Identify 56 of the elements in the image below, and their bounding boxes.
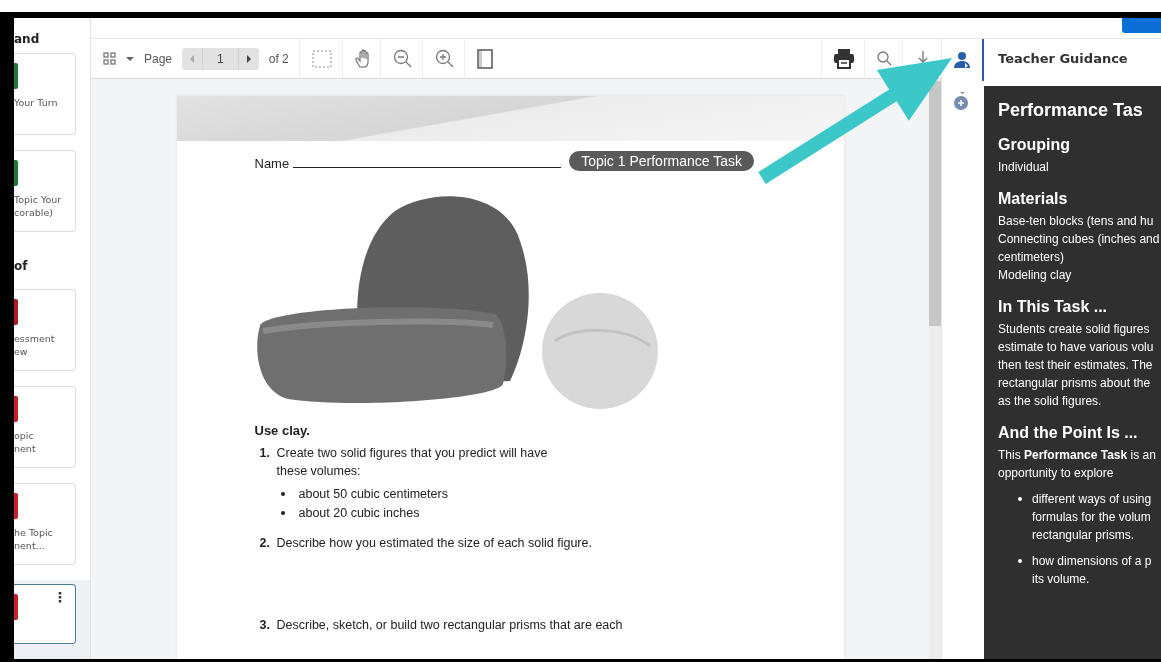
lesson-card[interactable]: he Topic nent... [14,483,76,565]
card-title: Your Turn [14,95,59,110]
caret-icon[interactable] [126,56,134,61]
bullet-text: about 20 cubic inches [298,505,420,522]
step-text: Describe how you estimated the size of each solid figure. [276,535,592,552]
page-label: Page [144,51,173,66]
guidance-text: how dimensions of a p its volume. [1032,553,1152,588]
name-label: Name [254,156,290,171]
apple-icon [953,92,971,110]
guidance-text: Students create solid figures estimate to have various volu then test their estimates. The rectangular prisms about the as the solid figures. [998,321,1155,410]
step-text: Create two solid figures that you predict will have these volumes: [276,445,548,480]
guidance-title: Performance Tas [998,99,1144,122]
bullet-icon [280,511,285,515]
bullet-icon [1018,497,1022,501]
card-title: he Topic nent... [14,526,54,552]
section-heading: Materials [998,189,1069,209]
card-title: opic nent [14,429,37,455]
hand-icon[interactable] [354,49,370,68]
panel-title: Teacher Guidance [997,50,1129,68]
lesson-card[interactable]: essment ew [14,289,76,371]
scrollbar-thumb[interactable] [929,81,941,326]
section-heading: And the Point Is ... [998,423,1139,443]
guidance-text: This Performance Task is an opportunity to explore [998,447,1157,482]
instruction-heading: Use clay. [253,422,311,438]
card-title: Topic Your corable) [14,192,63,219]
next-page-icon[interactable] [245,54,252,63]
bullet-text: about 50 cubic centimeters [298,486,448,503]
page-total: of 2 [268,51,289,66]
lesson-card[interactable]: Your Turn [14,52,76,135]
bullet-icon [280,492,285,496]
guidance-text: Individual [998,159,1050,176]
fill-in-line[interactable] [293,166,562,168]
lesson-card[interactable]: Topic Your corable) [14,149,76,232]
zoom-out-icon[interactable] [392,49,412,68]
guidance-text: different ways of using formulas for the volum rectangular prisms. [1032,491,1152,544]
step-number: 3. [259,617,271,634]
step-number: 2. [259,535,271,552]
section-heading: Grouping [998,135,1071,155]
search-icon[interactable] [877,51,892,66]
more-menu[interactable]: ⋮ [53,589,67,605]
bullet-icon [1018,559,1022,563]
zoom-in-icon[interactable] [434,49,454,68]
person-icon [953,51,971,69]
lesson-card[interactable]: opic nent [14,386,76,468]
page-icon[interactable] [476,48,493,69]
printer-icon[interactable] [834,48,854,69]
card-title: essment ew [14,332,56,358]
guidance-text: Base-ten blocks (tens and hu Connecting cubes (inches and centimeters) Modeling clay [998,213,1161,284]
section-heading: In This Task ... [998,297,1109,317]
grid-icon[interactable] [103,52,116,65]
task-title: Topic 1 Performance Task [569,151,754,171]
section-heading: of [14,257,29,275]
step-number: 1. [259,445,271,462]
section-heading: and [14,31,41,48]
step-text: Describe, sketch, or build two rectangular prisms that are each [276,617,623,634]
lesson-card[interactable]: ⋮ [14,584,76,644]
